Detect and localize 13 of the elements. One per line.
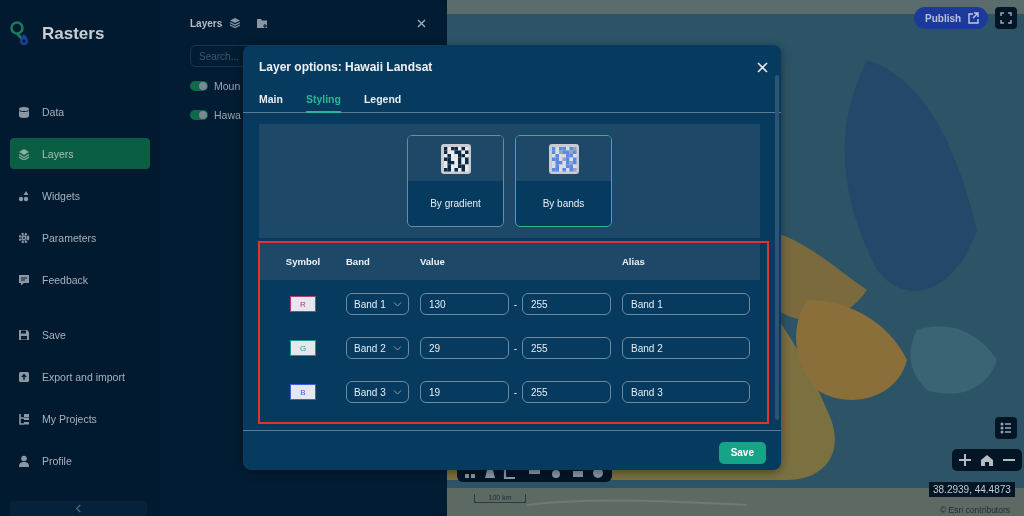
app-name: Rasters [42,24,105,44]
range-separator: - [512,342,519,354]
column-header: Value [420,256,446,267]
column-header: Band [346,256,371,267]
range-separator: - [512,298,519,310]
panel-title: Layers [190,17,223,29]
dialog-title: Layer options: Hawaii Landsat [259,60,433,74]
range-separator: - [512,386,519,398]
layer-name: Moun [214,79,241,92]
column-header: Symbol [284,256,322,267]
coordinates-label: 38.2939, 44.4873 [929,482,1015,497]
column-header: Alias [622,256,646,267]
layer-name: Hawa [214,108,241,121]
